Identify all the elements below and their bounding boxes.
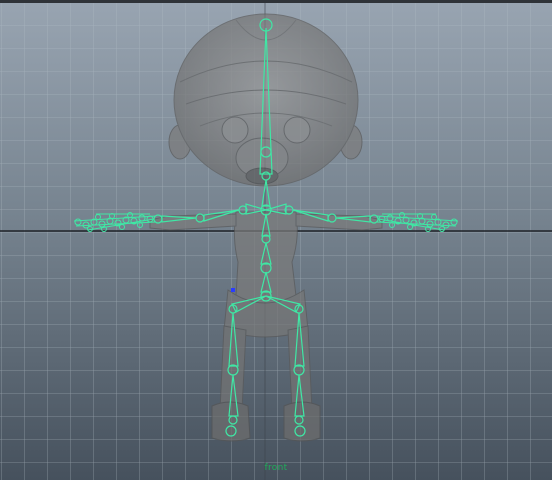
- viewport-3d[interactable]: front: [0, 0, 552, 480]
- mesh-eye-right: [283, 116, 311, 144]
- pivot-marker: [231, 288, 235, 292]
- scene-canvas[interactable]: [0, 0, 552, 480]
- mesh-eye-left: [221, 116, 249, 144]
- mesh-foot-left: [211, 401, 251, 442]
- mesh-leg-right: [287, 325, 313, 411]
- mesh-leg-left: [219, 325, 247, 411]
- camera-name-label: front: [264, 463, 288, 473]
